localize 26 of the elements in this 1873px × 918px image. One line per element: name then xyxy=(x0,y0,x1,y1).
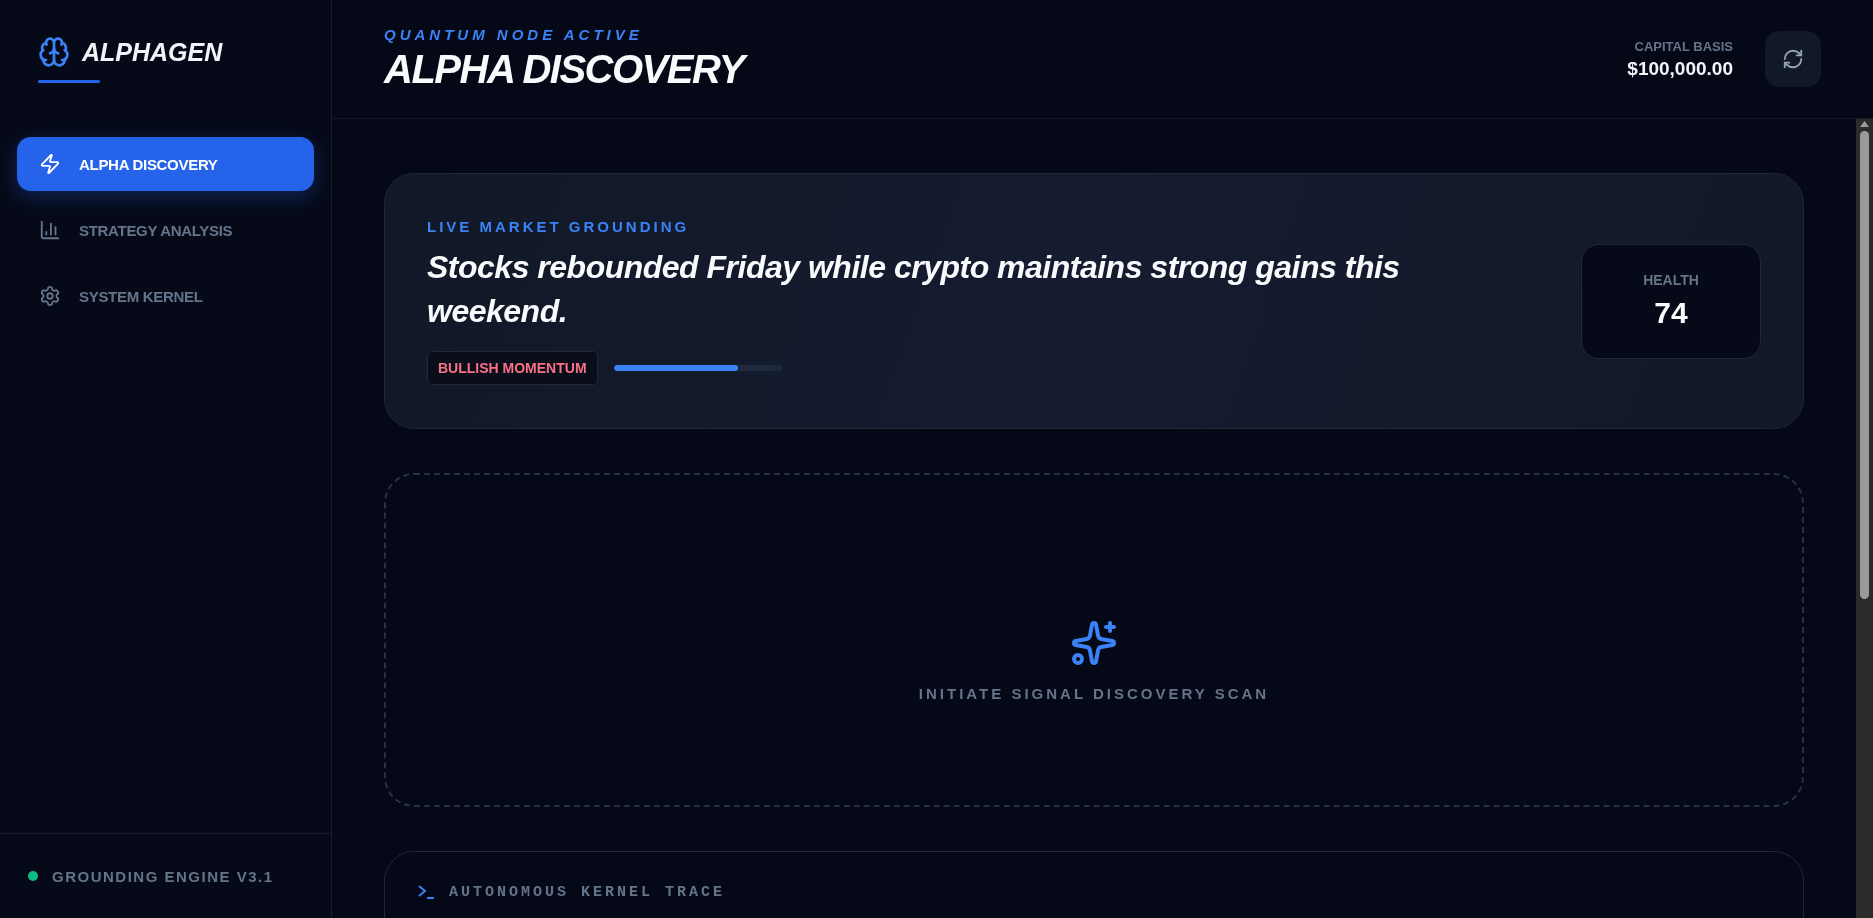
bar-chart-icon xyxy=(39,219,61,241)
sentiment-tag: BULLISH MOMENTUM xyxy=(427,350,598,385)
brand-name: ALPHAGEN xyxy=(82,37,223,67)
scan-dropzone[interactable]: INITIATE SIGNAL DISCOVERY SCAN xyxy=(384,473,1804,807)
health-value: 74 xyxy=(1654,296,1688,330)
settings-icon xyxy=(39,285,61,307)
nav-item[interactable]: ALPHA DISCOVERY xyxy=(17,137,314,191)
refresh-icon xyxy=(1782,48,1804,70)
sparkle-icon xyxy=(1070,618,1118,667)
lightning-icon xyxy=(39,153,61,175)
capital-label: CAPITAL BASIS xyxy=(1634,38,1733,54)
terminal-icon xyxy=(417,884,435,900)
scan-label: INITIATE SIGNAL DISCOVERY SCAN xyxy=(918,684,1270,702)
market-eyebrow: LIVE MARKET GROUNDING xyxy=(427,217,691,235)
nav-item[interactable]: SYSTEM KERNEL xyxy=(17,269,314,323)
scroll-up-icon[interactable] xyxy=(1860,121,1869,127)
health-label: HEALTH xyxy=(1643,272,1699,288)
scrollbar[interactable] xyxy=(1856,119,1873,918)
trace-title: AUTONOMOUS KERNEL TRACE xyxy=(449,884,726,901)
status-eyebrow: QUANTUM NODE ACTIVE xyxy=(384,26,644,43)
refresh-button[interactable] xyxy=(1765,31,1821,87)
engine-status: GROUNDING ENGINE V3.1 xyxy=(52,867,274,885)
nav-item[interactable]: STRATEGY ANALYSIS xyxy=(17,203,314,257)
brain-icon xyxy=(38,36,70,68)
capital-value: $100,000.00 xyxy=(1627,57,1733,80)
market-headline: Stocks rebounded Friday while crypto maintains strong gains this weekend. xyxy=(427,247,1401,331)
